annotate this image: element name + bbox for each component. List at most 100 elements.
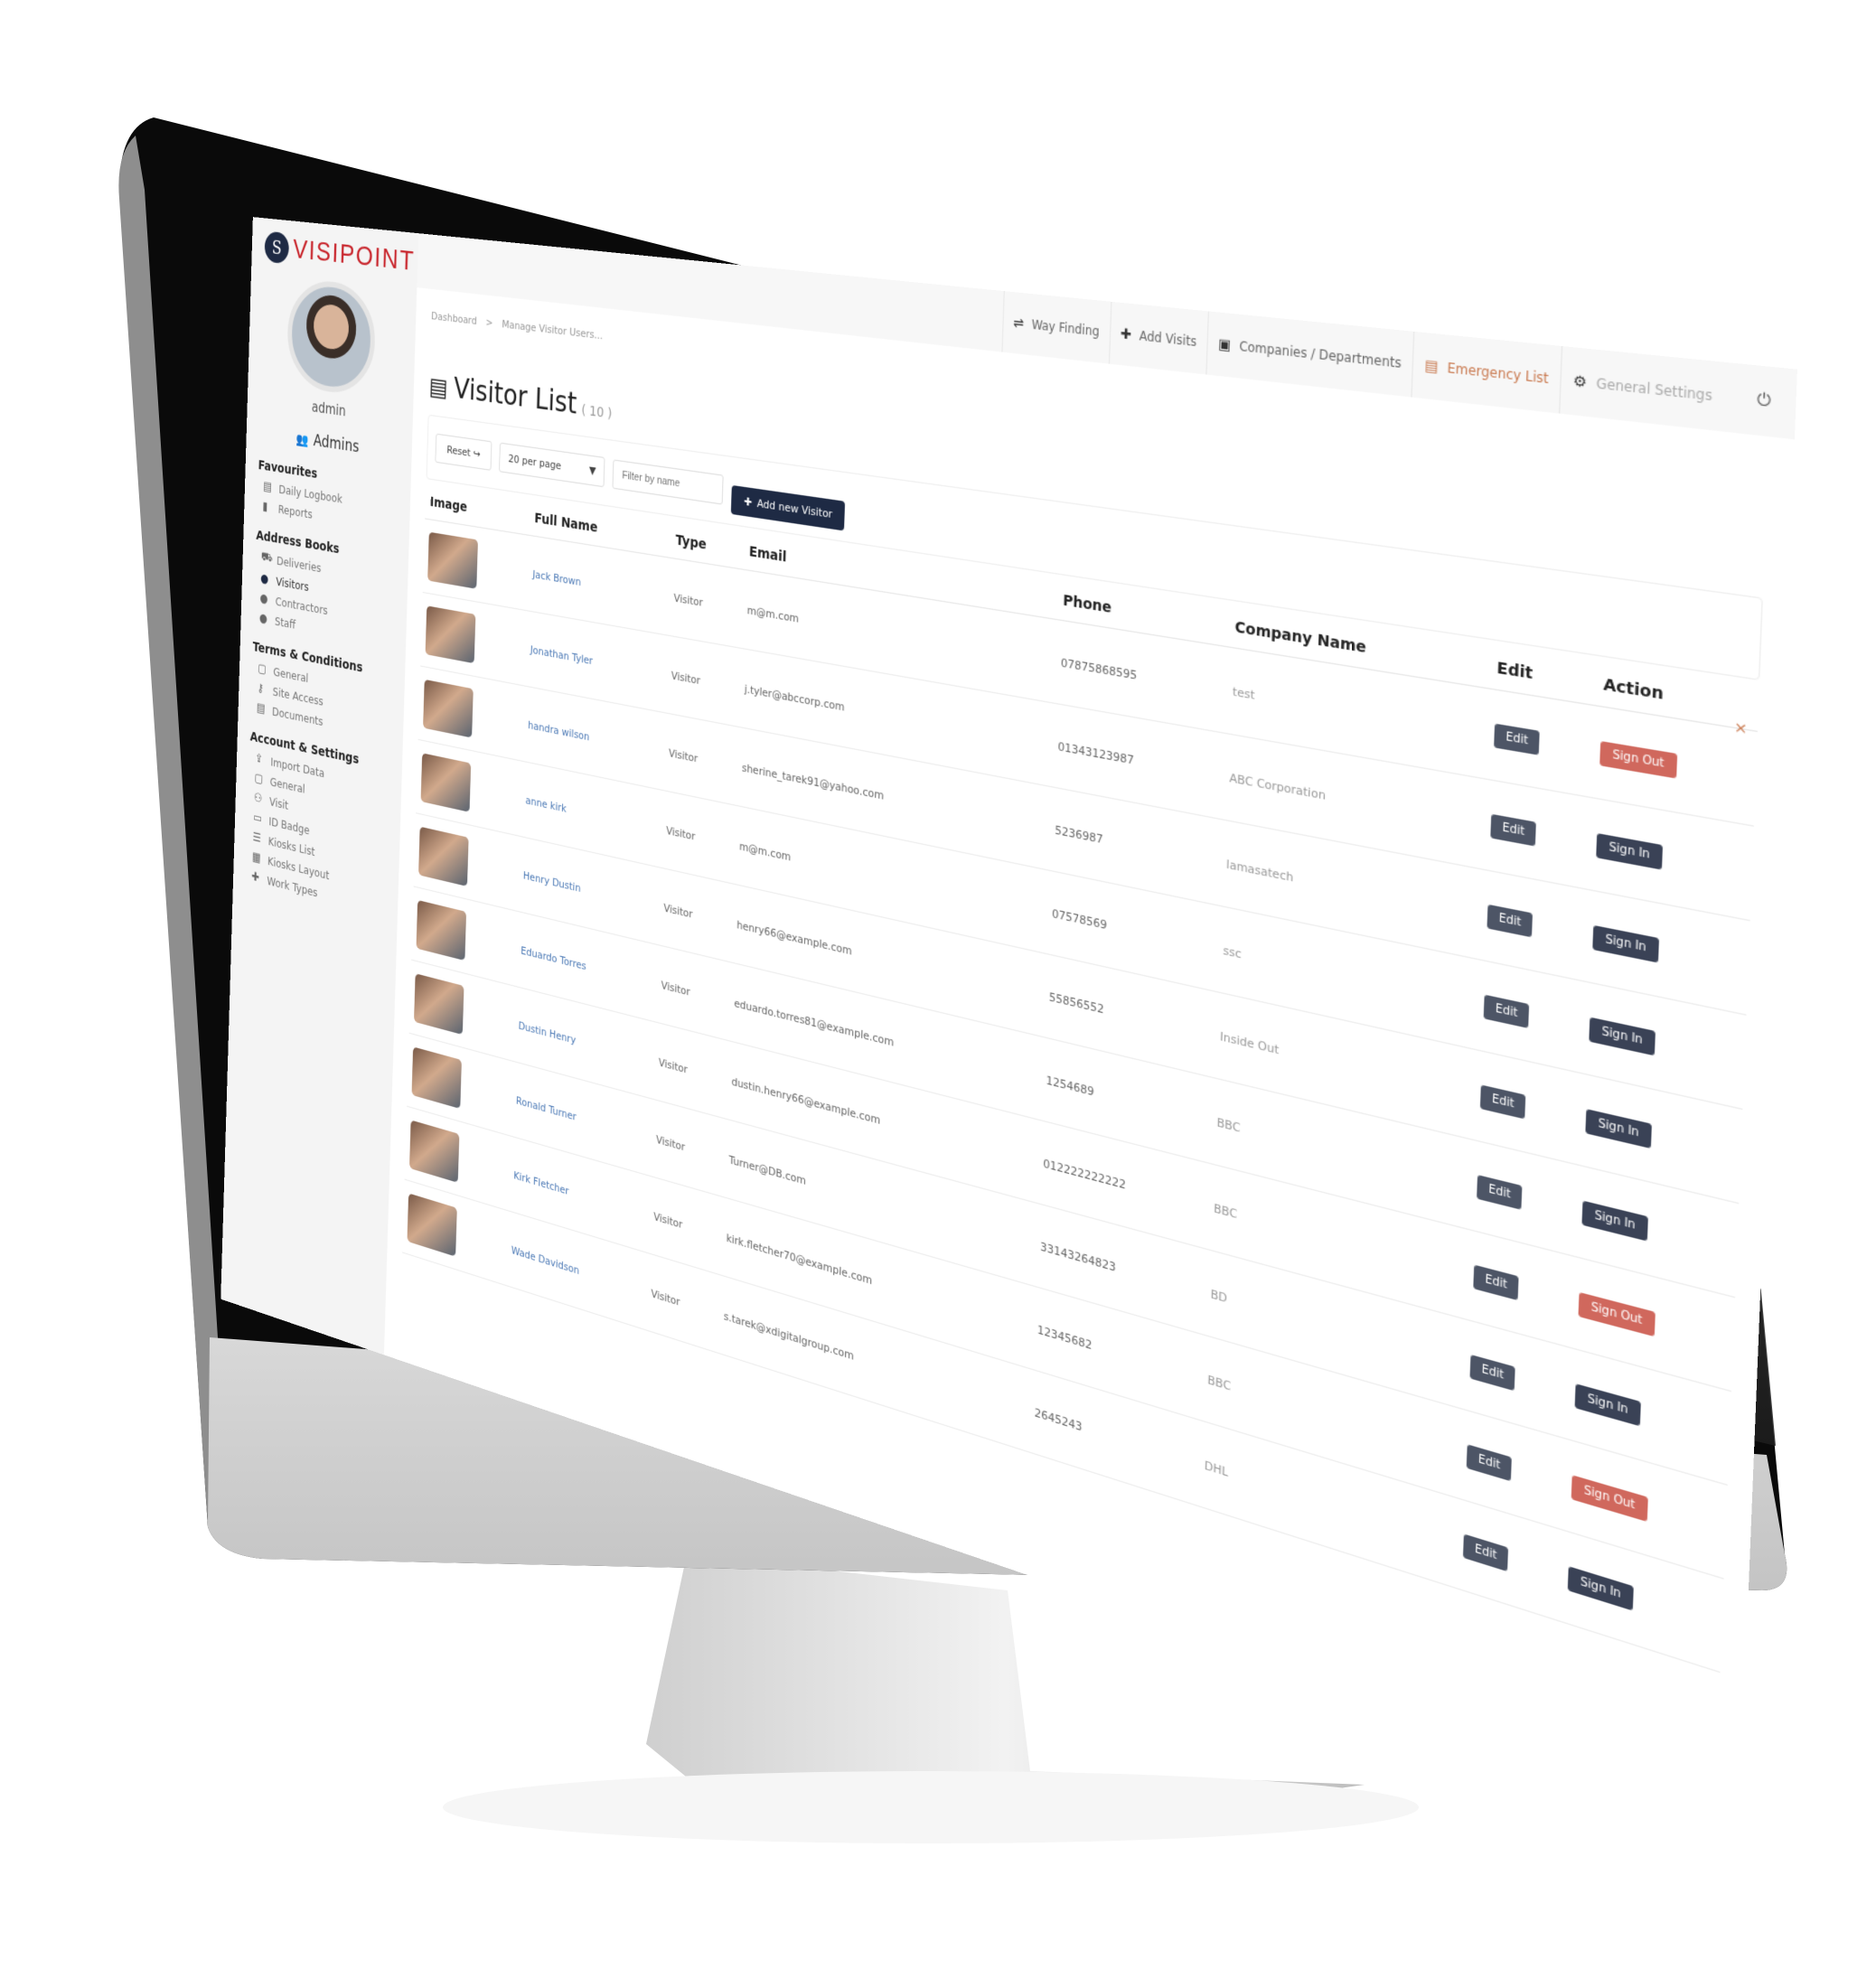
- admins-link[interactable]: 👥 Admins: [247, 422, 412, 464]
- emergency-list-icon: ▤: [1424, 357, 1440, 376]
- main-content: Dashboard > Manage Visitor Users... ▤ Vi…: [383, 287, 1795, 1819]
- visitor-photo[interactable]: [408, 1120, 460, 1183]
- top-nav-label: Way Finding: [1031, 316, 1101, 340]
- visitor-type: Visitor: [661, 712, 738, 806]
- document-icon: ▤: [428, 372, 448, 403]
- page-title-text: Visitor List: [453, 371, 577, 422]
- sign-in-button[interactable]: Sign In: [1592, 924, 1659, 962]
- sidebar-item-label: General: [273, 664, 309, 686]
- sign-in-button[interactable]: Sign In: [1589, 1017, 1656, 1055]
- top-nav-add-visits[interactable]: ✚ Add Visits: [1108, 301, 1208, 375]
- sign-in-button[interactable]: Sign In: [1581, 1200, 1648, 1241]
- visitor-type: Visitor: [667, 558, 744, 649]
- power-icon[interactable]: ⏻: [1757, 390, 1771, 411]
- staff-icon: ●: [258, 611, 267, 626]
- edit-button[interactable]: Edit: [1463, 1533, 1509, 1571]
- visitor-photo[interactable]: [423, 679, 474, 738]
- sign-in-button[interactable]: Sign In: [1596, 832, 1663, 869]
- edit-button[interactable]: Edit: [1494, 723, 1541, 755]
- top-nav-way-finding[interactable]: ⇌ Way Finding: [1001, 291, 1111, 364]
- briefcase-icon: ▣: [1217, 335, 1232, 354]
- visitor-count: ( 10 ): [581, 402, 613, 423]
- visitor-type: Visitor: [664, 635, 741, 727]
- sidebar-item-label: ID Badge: [268, 814, 310, 838]
- edit-button[interactable]: Edit: [1479, 1083, 1526, 1119]
- sidebar-item-label: Staff: [274, 614, 296, 632]
- key-icon: ⚷: [257, 680, 265, 697]
- visitor-photo[interactable]: [420, 753, 472, 812]
- documents-icon: ▤: [256, 700, 266, 717]
- visitor-photo[interactable]: [411, 1046, 462, 1110]
- reset-button[interactable]: Reset ↪: [435, 433, 492, 471]
- top-nav-label: Companies / Departments: [1239, 338, 1402, 371]
- visitor-photo[interactable]: [416, 900, 467, 961]
- admins-label: Admins: [313, 431, 360, 457]
- sidebar-item-label: Daily Logbook: [278, 482, 343, 506]
- close-icon[interactable]: ×: [1734, 718, 1749, 738]
- gear-icon: ⚙: [1572, 372, 1588, 392]
- edit-button[interactable]: Edit: [1483, 994, 1530, 1028]
- chevron-down-icon: ▼: [588, 464, 596, 478]
- sidebar-item-label: Documents: [271, 704, 324, 729]
- edit-button[interactable]: Edit: [1469, 1354, 1516, 1391]
- avatar[interactable]: [286, 277, 377, 399]
- screen: S VISIPOINT admin 👥 Admins Favourites ▤ Dai…: [220, 217, 1797, 1819]
- contractor-icon: ●: [259, 591, 268, 607]
- edit-button[interactable]: Edit: [1487, 904, 1534, 937]
- visitor-photo[interactable]: [414, 973, 464, 1036]
- signpost-icon: ⇌: [1013, 314, 1025, 333]
- user-name: admin: [311, 399, 346, 420]
- top-nav-label: General Settings: [1596, 375, 1713, 405]
- clipboard-icon: ▢: [258, 661, 267, 677]
- bar-chart-icon: ▮: [262, 499, 268, 514]
- reset-icon: ↪: [473, 446, 481, 461]
- upload-icon: ⇪: [255, 751, 263, 767]
- visitor-photo[interactable]: [425, 605, 476, 664]
- brand-logo[interactable]: S VISIPOINT: [251, 217, 418, 278]
- filter-by-name-input[interactable]: [612, 458, 725, 505]
- truck-icon: ⛟: [260, 549, 273, 566]
- reset-label: Reset: [446, 443, 471, 460]
- people-icon: ⚇: [253, 791, 263, 807]
- edit-button[interactable]: Edit: [1490, 813, 1537, 847]
- visitor-icon: ●: [260, 571, 269, 587]
- visitor-photo[interactable]: [427, 531, 478, 589]
- clipboard-icon: ▢: [254, 771, 264, 787]
- users-icon: 👥: [295, 432, 310, 449]
- sign-in-button[interactable]: Sign In: [1568, 1565, 1634, 1610]
- per-page-value: 20 per page: [508, 452, 562, 473]
- plus-icon: ✚: [1120, 325, 1132, 343]
- list-icon: ☰: [252, 830, 261, 846]
- edit-button[interactable]: Edit: [1466, 1443, 1513, 1481]
- sidebar-item-label: General: [269, 774, 305, 796]
- sign-out-button[interactable]: Sign Out: [1599, 740, 1677, 778]
- edit-button[interactable]: Edit: [1473, 1263, 1520, 1300]
- sign-in-button[interactable]: Sign In: [1575, 1383, 1641, 1426]
- breadcrumb-separator: >: [485, 315, 493, 330]
- sidebar-item-label: Reports: [277, 502, 313, 521]
- sidebar-nav: Favourites ▤ Daily Logbook ▮ Reports Address …: [233, 456, 411, 920]
- visitor-photo[interactable]: [418, 826, 469, 886]
- sidebar-item-label: Visit: [268, 794, 289, 812]
- sidebar-item-label: Site Access: [272, 684, 324, 708]
- edit-button[interactable]: Edit: [1477, 1174, 1524, 1210]
- visipoint-logo-icon: S: [264, 230, 290, 265]
- visitor-photo[interactable]: [407, 1193, 457, 1257]
- brand-name: VISIPOINT: [292, 233, 416, 277]
- sidebar-item-label: Visitors: [276, 574, 309, 595]
- top-nav-label: Emergency List: [1447, 360, 1550, 387]
- sign-in-button[interactable]: Sign In: [1585, 1108, 1652, 1149]
- sign-out-button[interactable]: Sign Out: [1579, 1291, 1656, 1336]
- sidebar-item-label: Contractors: [275, 594, 328, 618]
- sign-out-button[interactable]: Sign Out: [1571, 1474, 1648, 1522]
- logbook-icon: ▤: [263, 479, 273, 495]
- id-badge-icon: ▭: [253, 811, 263, 827]
- per-page-select[interactable]: 20 per page ▼: [499, 442, 605, 488]
- add-new-visitor-label: Add new Visitor: [756, 496, 833, 521]
- visitor-table: Image Full Name Type Email Phone Company Name…: [402, 484, 1759, 1673]
- add-new-visitor-button[interactable]: ✚ Add new Visitor: [731, 484, 846, 531]
- sidebar-item-label: Deliveries: [276, 553, 322, 576]
- plug-icon: ✚: [251, 869, 260, 886]
- top-nav-label: Add Visits: [1139, 328, 1197, 350]
- table-icon: ▦: [251, 849, 261, 866]
